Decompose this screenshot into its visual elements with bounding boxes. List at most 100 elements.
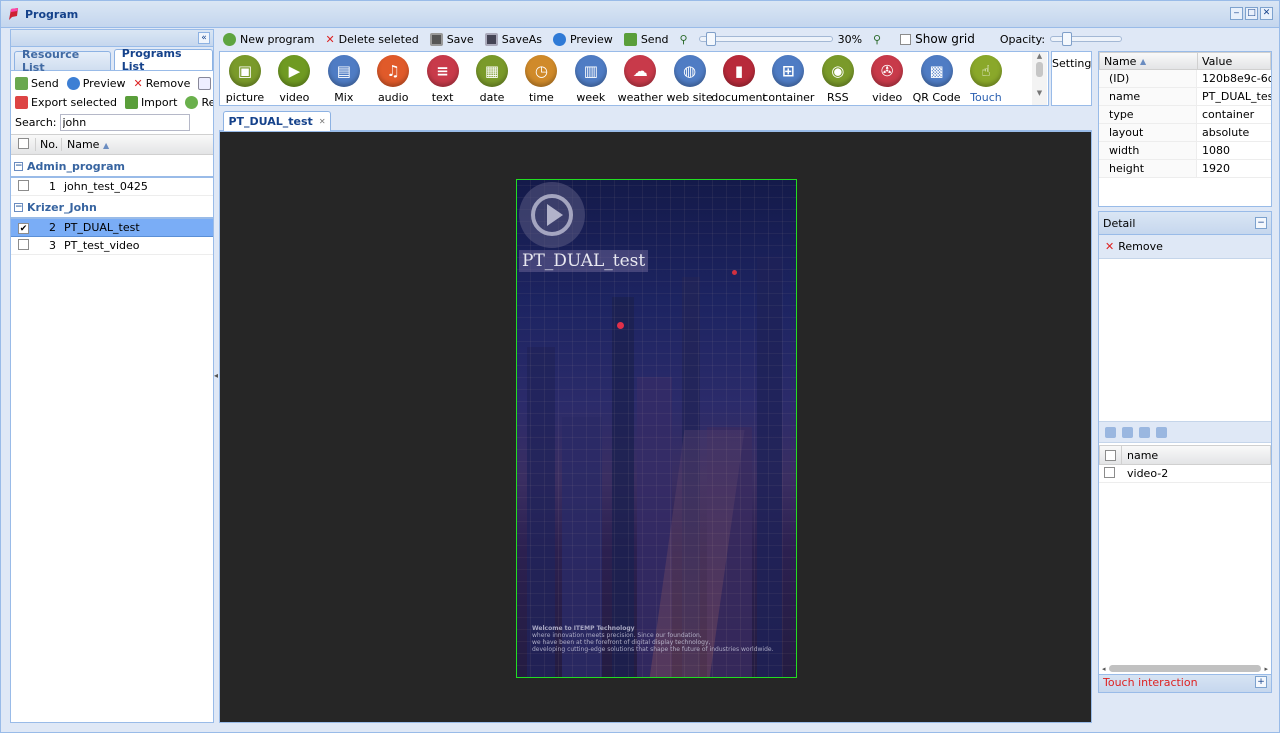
property-row[interactable]: height 1920 — [1099, 160, 1271, 178]
show-grid-toggle[interactable]: Show grid — [900, 32, 975, 46]
prop-col-value[interactable]: Value — [1198, 53, 1270, 69]
child-row[interactable]: video-2 — [1099, 465, 1271, 483]
detail-remove-button[interactable]: ✕ Remove — [1099, 235, 1271, 259]
palette-item[interactable]: ≡ text — [415, 55, 471, 104]
collapse-group-icon[interactable]: − — [14, 203, 23, 212]
palette-item[interactable]: ⊞ container — [760, 55, 816, 104]
detail-horizontal-scrollbar[interactable]: ◂ ▸ — [1102, 664, 1268, 673]
palette-item[interactable]: ▩ QR Code — [909, 55, 965, 104]
new-program-button[interactable]: New program — [223, 32, 314, 46]
group-header[interactable]: − Krizer_John — [11, 198, 213, 219]
zoom-out-icon[interactable]: ⚲ — [680, 33, 688, 46]
property-row[interactable]: (ID)120b8e9c-6d... — [1099, 70, 1271, 88]
palette-scrollbar[interactable]: ▲ ▼ — [1032, 52, 1047, 105]
align-top-icon[interactable] — [1105, 426, 1116, 438]
prop-col-name[interactable]: Name ▲ — [1100, 53, 1198, 69]
splitter-handle[interactable]: ◂ — [214, 371, 218, 381]
property-value[interactable]: container — [1197, 106, 1271, 123]
palette-item[interactable]: ✇ video — [859, 55, 915, 104]
program-row[interactable]: 3 PT_test_video — [11, 237, 213, 255]
palette-item[interactable]: ▤ Mix — [316, 55, 372, 104]
delete-selected-button[interactable]: ✕ Delete seleted — [325, 33, 418, 46]
close-button[interactable]: ✕ — [1260, 7, 1273, 20]
send-button[interactable]: Send — [15, 77, 59, 90]
row-checkbox[interactable]: ✔ — [18, 223, 29, 235]
touch-icon: ☝ — [970, 55, 1002, 87]
doc-tab-pt-dual-test[interactable]: PT_DUAL_test ✕ — [223, 111, 331, 131]
opacity-slider-thumb[interactable] — [1062, 32, 1073, 46]
property-value[interactable]: PT_DUAL_test — [1197, 88, 1271, 105]
palette-item[interactable]: ◍ web site — [662, 55, 718, 104]
property-value[interactable]: 120b8e9c-6d... — [1197, 70, 1271, 87]
search-input[interactable] — [59, 113, 190, 131]
container-icon: ⊞ — [772, 55, 805, 87]
row-checkbox[interactable] — [18, 179, 29, 191]
opacity-slider[interactable] — [1050, 32, 1123, 46]
send-main-button[interactable]: Send — [623, 32, 669, 46]
save-button[interactable]: Save — [429, 32, 474, 46]
palette-item[interactable]: ◉ RSS — [810, 55, 866, 104]
property-row[interactable]: type container — [1099, 106, 1271, 124]
setting-button[interactable]: Setting — [1051, 51, 1092, 106]
palette-item[interactable]: ▥ week — [563, 55, 619, 104]
preview-button[interactable]: Preview — [66, 77, 126, 90]
palette-item[interactable]: ▣ picture — [220, 55, 273, 104]
collapse-detail-icon[interactable]: − — [1255, 217, 1267, 229]
property-row[interactable]: layout absolute — [1099, 124, 1271, 142]
tab-programs-list[interactable]: Programs List — [113, 47, 213, 73]
caption-text-block[interactable]: Welcome to ITEMP Technology where innovat… — [532, 625, 796, 653]
program-row[interactable]: ✔ 2 PT_DUAL_test — [11, 219, 213, 237]
select-all-checkbox[interactable] — [18, 137, 29, 149]
palette-item-label: video — [279, 91, 310, 104]
video-widget-play-icon[interactable] — [519, 182, 585, 248]
tab-resource-list[interactable]: Resource List — [14, 48, 111, 74]
refresh-button[interactable]: Refresh — [185, 96, 213, 109]
import-button[interactable]: Import — [124, 96, 177, 109]
zoom-slider-thumb[interactable] — [705, 32, 716, 46]
property-value[interactable]: 1920 — [1197, 160, 1271, 177]
palette-item[interactable]: ▮ document — [711, 55, 767, 104]
program-row[interactable]: 1 john_test_0425 — [11, 178, 213, 196]
palette-item[interactable]: ▦ date — [464, 55, 520, 104]
zoom-in-icon[interactable]: ⚲ — [873, 33, 881, 46]
palette-item[interactable]: ◷ time — [513, 55, 569, 104]
minimize-button[interactable]: ‒ — [1230, 7, 1243, 20]
overlay-title-text[interactable]: PT_DUAL_test — [519, 250, 649, 272]
align-right-icon[interactable] — [1156, 426, 1167, 438]
preview-main-button[interactable]: Preview — [552, 32, 613, 46]
col-name[interactable]: Name ▲ — [61, 138, 213, 151]
palette-item[interactable]: ♫ audio — [365, 55, 421, 104]
group-header[interactable]: − Admin_program — [11, 157, 213, 178]
zoom-slider[interactable] — [698, 32, 833, 46]
align-left-icon[interactable] — [1139, 426, 1150, 438]
child-checkbox[interactable] — [1104, 466, 1115, 478]
align-bottom-icon[interactable] — [1122, 426, 1133, 438]
remove-button[interactable]: ✕ Remove — [134, 77, 191, 90]
palette-item[interactable]: ☝ Touch — [958, 55, 1014, 104]
property-row[interactable]: width 1080 — [1099, 142, 1271, 160]
palette-item[interactable]: ☁ weather — [612, 55, 668, 104]
children-col-name[interactable]: name — [1122, 446, 1270, 464]
expand-touch-icon[interactable]: + — [1255, 676, 1267, 688]
property-row[interactable]: name PT_DUAL_test — [1099, 88, 1271, 106]
properties-button[interactable]: Pr — [198, 77, 213, 90]
row-program-name: PT_DUAL_test — [64, 221, 140, 234]
row-number: 1 — [49, 180, 56, 193]
program-icon — [9, 8, 18, 20]
show-grid-checkbox[interactable] — [900, 33, 912, 45]
palette-item[interactable]: ▶ video — [266, 55, 322, 104]
child-name: video-2 — [1127, 467, 1169, 480]
collapse-left-icon[interactable]: « — [198, 32, 210, 44]
close-tab-icon[interactable]: ✕ — [319, 117, 326, 126]
export-selected-button[interactable]: Export selected — [15, 96, 117, 109]
col-no[interactable]: No. — [35, 138, 61, 151]
property-value[interactable]: 1080 — [1197, 142, 1271, 159]
children-select-all-checkbox[interactable] — [1105, 449, 1116, 461]
collapse-group-icon[interactable]: − — [14, 162, 23, 171]
row-checkbox[interactable] — [18, 238, 29, 250]
save-as-button[interactable]: SaveAs — [484, 32, 542, 46]
program-screen-preview[interactable]: PT_DUAL_test Welcome to ITEMP Technology… — [516, 179, 797, 678]
design-canvas[interactable]: PT_DUAL_test Welcome to ITEMP Technology… — [219, 131, 1092, 723]
maximize-button[interactable]: □ — [1245, 7, 1258, 20]
property-value[interactable]: absolute — [1197, 124, 1271, 141]
